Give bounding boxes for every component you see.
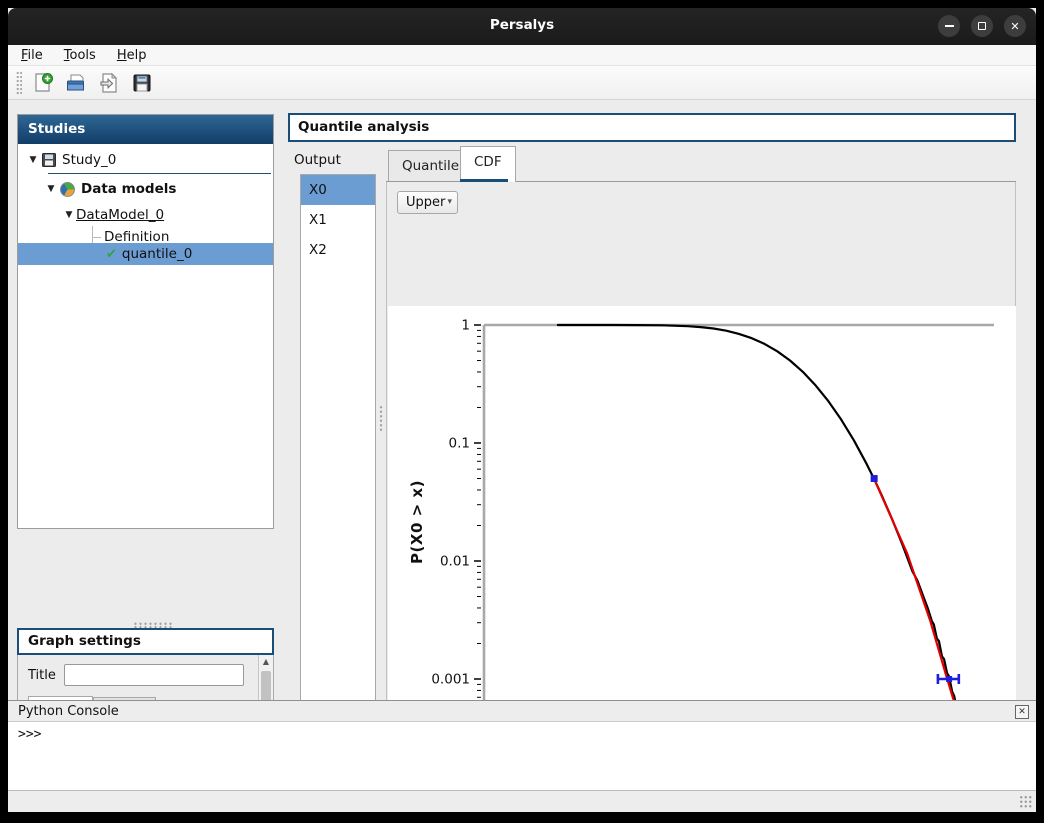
y-tick-label: 0.01 [440,554,470,570]
vertical-splitter-handle[interactable] [379,405,384,431]
menu-help[interactable]: Help [117,48,147,63]
minimize-button[interactable] [938,15,960,37]
python-console-header: Python Console ✕ [8,700,1036,722]
tree-item-label: quantile_0 [122,246,192,262]
python-console-input[interactable]: >>> [8,722,1036,791]
new-study-button[interactable] [28,69,58,97]
y-tick-label: 1 [461,318,470,334]
resize-grip[interactable] [1019,795,1032,808]
statusbar [8,791,1036,812]
graph-settings-header: Graph settings [17,628,274,655]
python-console-title: Python Console [18,704,119,719]
study-save-icon [42,153,56,167]
series-0-curve [558,325,960,713]
tree-item-datamodel[interactable]: ▼ DataModel_0 [18,203,273,227]
toolbar-drag-handle[interactable] [16,71,22,95]
new-study-icon [32,72,54,94]
y-tick-label: 0.1 [449,436,470,452]
save-button[interactable] [127,69,157,97]
tab-cdf[interactable]: CDF [460,146,516,182]
maximize-button[interactable] [971,15,993,37]
analysis-title: Quantile analysis [288,113,1016,142]
quantile-estimate-marker [946,676,952,682]
tail-selector-dropdown[interactable]: Upper ▾ [397,191,458,214]
expand-arrow-icon[interactable]: ▼ [62,210,76,220]
output-item-x1[interactable]: X1 [301,205,375,235]
titlebar[interactable]: Persalys ✕ [8,8,1036,45]
tail-selector-value: Upper [406,195,445,210]
console-prompt: >>> [18,727,41,742]
tree-separator [48,173,271,174]
console-close-button[interactable]: ✕ [1015,705,1029,719]
studies-panel: Studies ▼ Study_0 ▼ [17,114,274,529]
output-item-x0[interactable]: X0 [301,175,375,205]
open-study-icon [65,72,87,94]
cdf-tab-pane: Upper ▾ P(X0 > x) X0 10.10.010.001-6-4-2… [386,182,1016,782]
active-tab-indicator [460,179,508,182]
import-script-icon [98,72,120,94]
close-icon: ✕ [1018,707,1026,717]
close-icon: ✕ [1010,20,1019,33]
window-controls: ✕ [938,15,1026,37]
toolbar [8,65,1036,100]
tree-item-study[interactable]: ▼ Study_0 [18,148,273,172]
application-window: Persalys ✕ File Tools Help [8,8,1036,812]
graph-title-input[interactable] [64,664,244,686]
tree-item-label: Study_0 [62,152,116,168]
expand-arrow-icon[interactable]: ▼ [26,155,40,165]
tail-threshold-marker [871,475,878,482]
studies-tree: ▼ Study_0 ▼ Data models [18,144,273,528]
expand-arrow-icon[interactable]: ▼ [44,184,58,194]
y-tick-label: 0.001 [431,672,470,688]
tree-item-data-models[interactable]: ▼ Data models [18,177,273,201]
check-icon: ✔ [106,247,117,262]
save-icon [131,72,153,94]
close-button[interactable]: ✕ [1004,15,1026,37]
import-script-button[interactable] [94,69,124,97]
output-label: Output [294,152,341,168]
scroll-up-icon[interactable]: ▲ [259,657,273,666]
minimize-icon [945,25,954,27]
output-list: X0 X1 X2 [300,174,376,781]
main-area: Studies ▼ Study_0 ▼ [8,100,1036,700]
output-item-x2[interactable]: X2 [301,235,375,265]
menu-file[interactable]: File [21,48,43,63]
maximize-icon [978,22,986,30]
studies-panel-header: Studies [18,115,273,144]
tree-item-quantile[interactable]: ✔ quantile_0 [18,243,273,265]
window-frame: Persalys ✕ File Tools Help [0,0,1044,823]
open-study-button[interactable] [61,69,91,97]
menubar: File Tools Help [8,45,1036,65]
chevron-down-icon: ▾ [447,192,452,213]
graph-title-label: Title [28,668,56,683]
y-axis-title: P(X0 > x) [408,480,426,564]
data-models-icon [60,182,75,197]
tree-item-label: Data models [81,181,176,197]
window-title: Persalys [8,17,1036,33]
tree-item-label: DataModel_0 [76,207,164,223]
menu-tools[interactable]: Tools [64,48,96,63]
